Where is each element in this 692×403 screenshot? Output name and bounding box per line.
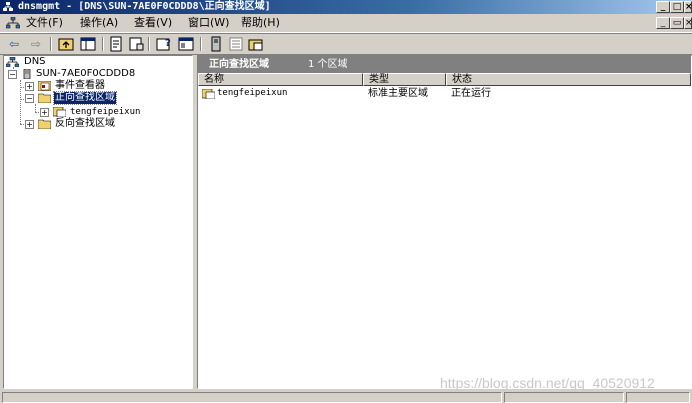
close-button[interactable]: × (684, 1, 692, 13)
event-viewer-icon (38, 81, 51, 91)
menu-file[interactable]: 文件(F) (26, 16, 63, 30)
server-icon[interactable] (208, 36, 224, 52)
expand-toggle[interactable]: + (40, 108, 49, 117)
menu-bar: 文件(F) 操作(A) 查看(V) 窗口(W) 帮助(H) _ ▭ × (0, 14, 692, 33)
properties-icon[interactable] (128, 36, 144, 52)
collapse-toggle[interactable]: − (8, 70, 17, 79)
column-header-type[interactable]: 类型 (363, 73, 446, 86)
menu-window[interactable]: 窗口(W) (188, 16, 229, 30)
folder-icon (38, 93, 51, 103)
toolbar: ⇦ ⇨ ? (0, 33, 692, 55)
expand-toggle[interactable]: + (25, 82, 34, 91)
zone-icon (53, 107, 66, 117)
console-tree-icon[interactable] (178, 36, 194, 52)
column-header-name[interactable]: 名称 (198, 73, 363, 86)
status-panel (626, 392, 690, 403)
watermark: https://blog.csdn.net/qq_40520912 (440, 375, 655, 391)
export-icon[interactable] (108, 36, 124, 52)
zone-icon[interactable] (248, 36, 264, 52)
help-icon[interactable]: ? (156, 36, 172, 52)
zone-type-cell: 标准主要区域 (368, 88, 428, 99)
zone-name-cell: tengfeipeixun (217, 88, 288, 98)
column-header-status[interactable]: 状态 (446, 73, 691, 86)
title-bar: dnsmgmt - [DNS\SUN-7AE0F0CDDD8\正向查找区域] _… (0, 0, 692, 14)
toolbar-separator (148, 37, 150, 51)
collapse-toggle[interactable]: − (25, 94, 34, 103)
list-icon[interactable] (228, 36, 244, 52)
mdi-close-button[interactable]: × (684, 17, 692, 29)
tree-connector (35, 104, 36, 112)
expand-toggle[interactable]: + (25, 120, 34, 129)
list-item[interactable]: tengfeipeixun 标准主要区域 正在运行 (198, 87, 691, 100)
console-icon[interactable] (6, 17, 20, 29)
forward-icon[interactable]: ⇨ (28, 36, 44, 52)
zone-icon (202, 89, 215, 99)
console-tree: DNS − SUN-7AE0F0CDDD8 + 事件查看器 − 正向查找区域 +… (3, 55, 193, 389)
tree-item-label: 事件查看器 (55, 80, 105, 91)
mdi-minimize-button[interactable]: _ (656, 17, 670, 29)
details-banner: 正向查找区域 1 个区域 (198, 56, 691, 73)
tree-item-label: tengfeipeixun (70, 107, 141, 117)
toolbar-separator (50, 37, 52, 51)
svg-text:?: ? (165, 38, 171, 49)
server-icon (23, 69, 31, 79)
status-panel (2, 392, 502, 403)
window-title: dnsmgmt - [DNS\SUN-7AE0F0CDDD8\正向查找区域] (18, 1, 271, 12)
status-panel (504, 392, 624, 403)
tree-item-label: SUN-7AE0F0CDDD8 (36, 68, 136, 79)
status-bar (0, 391, 692, 403)
mdi-restore-button[interactable]: ▭ (670, 17, 684, 29)
menu-action[interactable]: 操作(A) (80, 16, 118, 30)
zone-status-cell: 正在运行 (451, 88, 491, 99)
details-count: 1 个区域 (308, 59, 348, 70)
tree-item-label: DNS (24, 56, 46, 67)
toolbar-separator (200, 37, 202, 51)
dns-app-icon (3, 2, 13, 11)
dns-icon (6, 57, 19, 67)
minimize-button[interactable]: _ (656, 1, 670, 13)
menu-view[interactable]: 查看(V) (134, 16, 172, 30)
details-title: 正向查找区域 (209, 59, 269, 70)
back-icon[interactable]: ⇦ (6, 36, 22, 52)
tree-item-label: 反向查找区域 (55, 118, 115, 129)
menu-help[interactable]: 帮助(H) (241, 16, 280, 30)
folder-icon (38, 119, 51, 129)
show-tree-icon[interactable] (80, 36, 96, 52)
maximize-button[interactable]: □ (670, 1, 684, 13)
tree-item-label: 正向查找区域 (53, 91, 117, 105)
up-folder-icon[interactable] (58, 36, 74, 52)
details-pane: 正向查找区域 1 个区域 名称 类型 状态 tengfeipeixun 标准主要… (197, 55, 692, 389)
toolbar-separator (102, 37, 104, 51)
